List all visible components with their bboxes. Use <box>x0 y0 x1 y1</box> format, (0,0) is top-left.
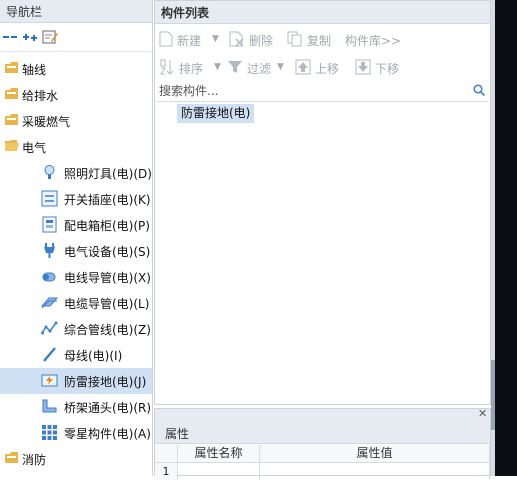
tree-label: 给排水 <box>22 89 59 103</box>
navigation-panel: 导航栏 轴线 给排水 采暖燃气 电气 照明灯具(电)(D) 开关插座(电)(K)… <box>0 0 153 476</box>
sort-icon <box>160 59 174 75</box>
component-list-title: 构件列表 <box>161 6 210 20</box>
tree-folder-axis[interactable]: 轴线 <box>0 56 152 82</box>
filter-button[interactable]: 过滤 ▼ <box>227 56 289 78</box>
delete-icon <box>229 31 244 47</box>
expand-all-icon[interactable] <box>22 29 38 45</box>
tree-label: 桥架通头(电)(R) <box>64 401 152 415</box>
filter-icon <box>228 61 242 73</box>
wire-conduit-icon <box>42 272 56 282</box>
collapse-all-icon[interactable] <box>2 29 18 45</box>
property-name-cell[interactable] <box>178 463 260 480</box>
properties-panel: ✕ 属性 属性名称 属性值 1 <box>154 407 491 480</box>
tray-fitting-icon <box>42 399 57 413</box>
navigation-toolbar <box>0 23 152 52</box>
tree-item-electrical-equipment[interactable]: 电气设备(电)(S) <box>0 238 152 264</box>
move-down-button[interactable]: 下移 <box>355 56 405 78</box>
search-box <box>157 81 488 102</box>
close-icon[interactable]: ✕ <box>478 407 487 420</box>
properties-header: 属性 <box>155 421 490 444</box>
adjacent-window-edge <box>495 0 517 476</box>
sort-button[interactable]: 排序 ▼ <box>159 56 221 78</box>
busbar-icon <box>43 347 56 362</box>
tree-item-busbar[interactable]: 母线(电)(I) <box>0 342 152 368</box>
search-icon[interactable] <box>473 84 485 96</box>
tree-label: 消防 <box>22 453 47 467</box>
navigation-title: 导航栏 <box>6 5 43 19</box>
tree-folder-fire-protection[interactable]: 消防 <box>0 446 152 472</box>
distribution-box-icon <box>42 216 57 233</box>
folder-icon <box>5 88 18 99</box>
tree-label: 防雷接地(电)(J) <box>64 375 147 389</box>
move-up-button[interactable]: 上移 <box>295 56 345 78</box>
properties-title: 属性 <box>165 427 190 441</box>
folder-open-icon <box>5 140 19 151</box>
tree-label: 轴线 <box>22 63 47 77</box>
component-list-panel: 构件列表 新建 ▼ 删除 复制 构件库>> 排序 ▼ 过滤 ▼ 上移 下移 防 <box>154 0 491 405</box>
composite-pipeline-icon <box>41 321 58 335</box>
properties-titlebar: ✕ <box>155 407 490 421</box>
tree-item-lighting[interactable]: 照明灯具(电)(D) <box>0 160 152 186</box>
tree-item-composite-pipeline[interactable]: 综合管线(电)(Z) <box>0 316 152 342</box>
folder-icon <box>5 62 18 73</box>
column-header-property-name[interactable]: 属性名称 <box>178 445 260 463</box>
tree-label: 电缆导管(电)(L) <box>64 297 150 311</box>
new-button[interactable]: 新建 ▼ <box>159 28 221 50</box>
row-number-header <box>155 445 178 463</box>
chevron-down-icon: ▼ <box>214 62 221 72</box>
tree-item-wire-conduit[interactable]: 电线导管(电)(X) <box>0 264 152 290</box>
tree-folder-heating-gas[interactable]: 采暖燃气 <box>0 108 152 134</box>
lamp-icon <box>44 165 55 179</box>
column-header-property-value[interactable]: 属性值 <box>260 445 490 463</box>
component-library-button[interactable]: 构件库>> <box>345 28 415 50</box>
chevron-down-icon: ▼ <box>277 62 284 72</box>
component-list-item[interactable]: 防雷接地(电) <box>177 104 255 123</box>
lightning-grounding-icon <box>41 374 58 387</box>
folder-icon <box>5 114 18 125</box>
tree-folder-electrical[interactable]: 电气 <box>0 134 152 160</box>
tree-label: 采暖燃气 <box>22 115 71 129</box>
tree-label: 电气 <box>22 141 47 155</box>
arrow-down-icon <box>355 59 371 75</box>
arrow-up-icon <box>295 59 311 75</box>
tree-label: 综合管线(电)(Z) <box>64 323 151 337</box>
switch-socket-icon <box>41 190 58 207</box>
copy-button[interactable]: 复制 <box>287 28 337 50</box>
new-icon <box>159 31 173 47</box>
tree-item-distribution-box[interactable]: 配电箱柜(电)(P) <box>0 212 152 238</box>
tree-label: 零星构件(电)(A) <box>64 427 151 441</box>
delete-button[interactable]: 删除 <box>229 28 279 50</box>
tree-label: 电线导管(电)(X) <box>64 271 151 285</box>
property-value-cell[interactable] <box>260 463 490 480</box>
navigation-header: 导航栏 <box>0 0 152 23</box>
component-list-header: 构件列表 <box>155 1 490 24</box>
tree-label: 照明灯具(电)(D) <box>64 167 152 181</box>
tree-item-switch-socket[interactable]: 开关插座(电)(K) <box>0 186 152 212</box>
search-input[interactable] <box>159 83 459 99</box>
tree-label: 母线(电)(I) <box>64 349 123 363</box>
tree-label: 电气设备(电)(S) <box>64 245 151 259</box>
chevron-down-icon: ▼ <box>212 34 219 44</box>
tree-item-misc-component[interactable]: 零星构件(电)(A) <box>0 420 152 446</box>
tree-folder-plumbing[interactable]: 给排水 <box>0 82 152 108</box>
tree-item-lightning-grounding[interactable]: 防雷接地(电)(J) <box>0 368 152 394</box>
tree-label: 开关插座(电)(K) <box>64 193 151 207</box>
cable-conduit-icon <box>41 297 58 309</box>
tree-item-tray-fitting[interactable]: 桥架通头(电)(R) <box>0 394 152 420</box>
electrical-equipment-icon <box>44 243 55 258</box>
tree-item-cable-conduit[interactable]: 电缆导管(电)(L) <box>0 290 152 316</box>
misc-component-icon <box>42 425 57 440</box>
copy-icon <box>287 31 302 47</box>
folder-icon <box>5 452 18 463</box>
edit-icon[interactable] <box>42 29 58 45</box>
tree-label: 配电箱柜(电)(P) <box>64 219 150 233</box>
row-number: 1 <box>155 463 178 480</box>
